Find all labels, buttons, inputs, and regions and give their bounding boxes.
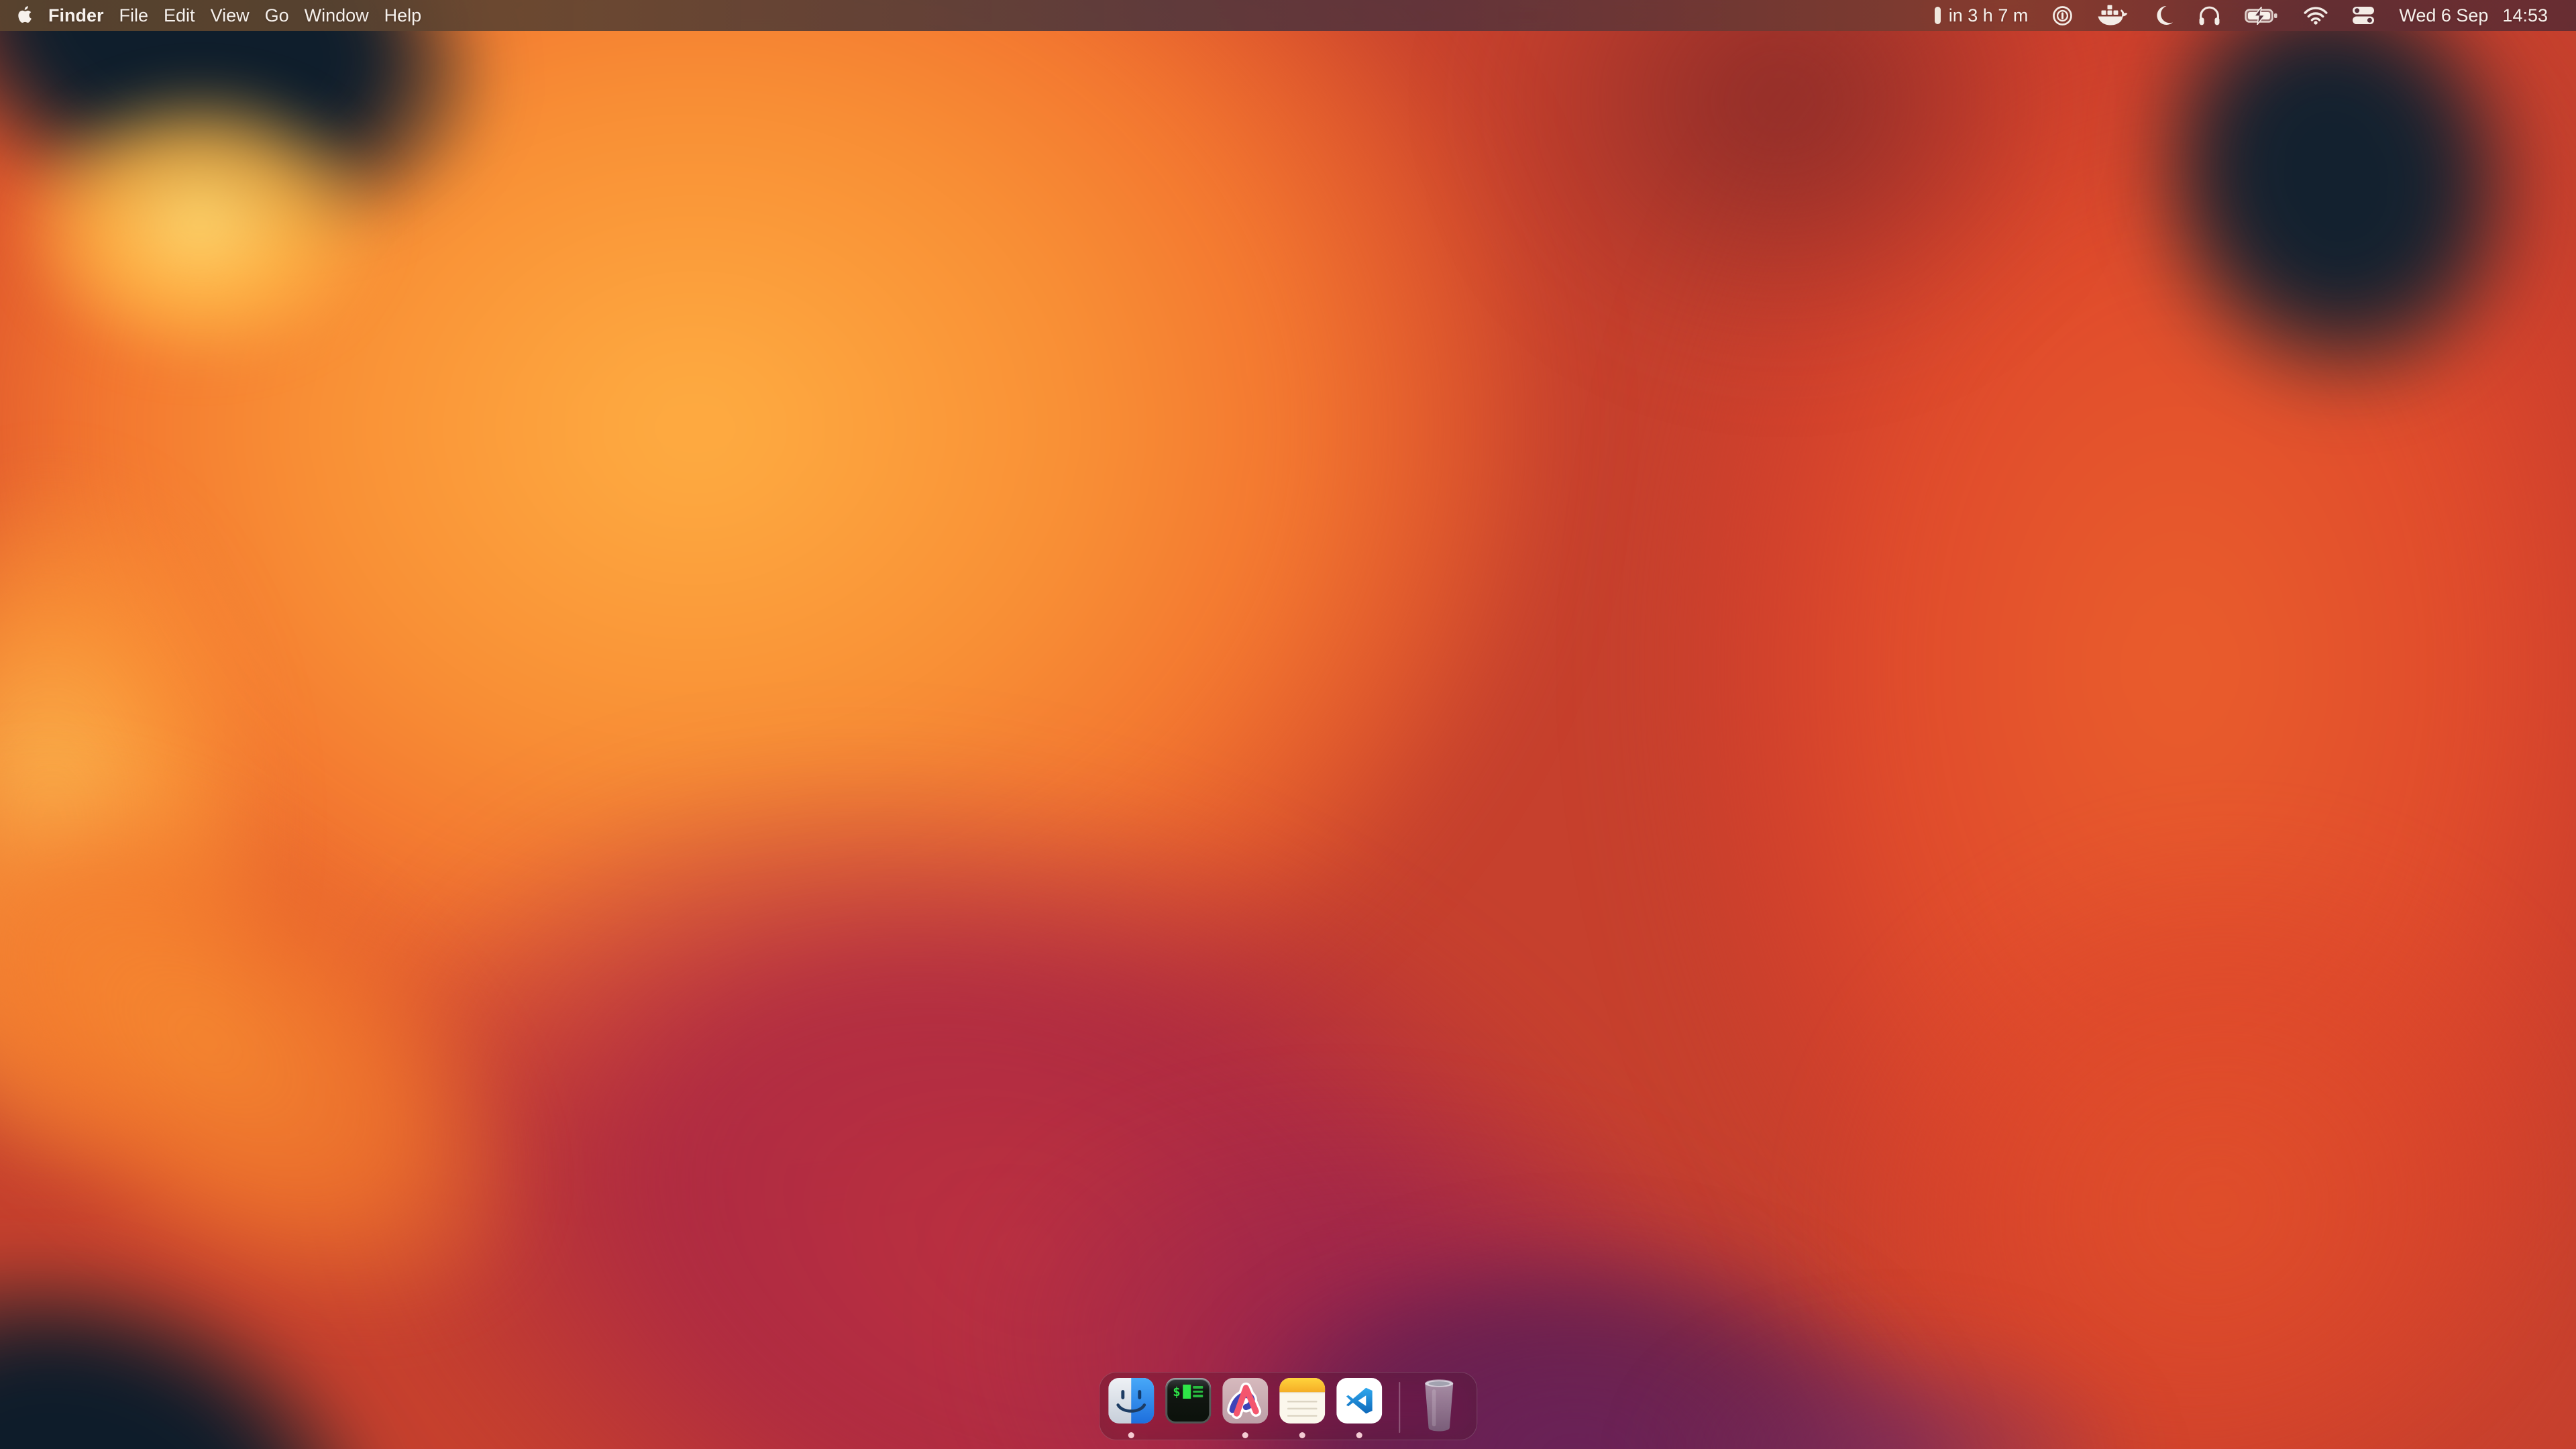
running-indicator: [1242, 1432, 1248, 1438]
1password-icon: [2052, 5, 2073, 26]
wifi-icon: [2304, 6, 2328, 25]
terminal-text-lines: [1193, 1386, 1203, 1399]
docker-icon: [2097, 5, 2128, 27]
finder-icon: [1108, 1378, 1154, 1424]
status-1password[interactable]: [2052, 5, 2073, 26]
timer-text: in 3 h 7 m: [1949, 5, 2029, 26]
control-center-icon: [2352, 6, 2375, 25]
menu-help[interactable]: Help: [384, 5, 422, 26]
menu-bar-left: Finder File Edit View Go Window Help: [17, 5, 421, 26]
apple-icon: [17, 6, 33, 25]
dock-finder[interactable]: [1108, 1378, 1154, 1424]
status-battery[interactable]: [2245, 7, 2279, 25]
menu-bar-status: in 3 h 7 m: [1935, 5, 2548, 27]
status-focus[interactable]: [2152, 5, 2174, 26]
dock: $: [1099, 1372, 1477, 1440]
desktop: Finder File Edit View Go Window Help in …: [0, 0, 2576, 1449]
status-clock[interactable]: Wed 6 Sep 14:53: [2399, 5, 2548, 26]
dock-vscode[interactable]: [1336, 1378, 1382, 1424]
menu-go[interactable]: Go: [265, 5, 289, 26]
dock-separator[interactable]: [1399, 1382, 1400, 1433]
menu-file[interactable]: File: [119, 5, 149, 26]
moon-focus-icon: [2152, 5, 2174, 26]
dock-notes[interactable]: [1279, 1378, 1325, 1424]
dock-terminal[interactable]: $: [1165, 1378, 1211, 1424]
menu-view[interactable]: View: [211, 5, 250, 26]
dock-arc-browser[interactable]: [1222, 1378, 1268, 1424]
status-wifi[interactable]: [2304, 6, 2328, 25]
terminal-icon: $: [1165, 1378, 1211, 1424]
apple-menu[interactable]: [17, 6, 33, 25]
status-docker[interactable]: [2097, 5, 2128, 27]
headphones-icon: [2198, 5, 2220, 26]
running-indicator: [1128, 1432, 1134, 1438]
terminal-cursor: [1183, 1385, 1191, 1399]
wallpaper: [0, 0, 2576, 1449]
menu-app-name[interactable]: Finder: [48, 5, 104, 26]
menu-window[interactable]: Window: [305, 5, 369, 26]
battery-charging-icon: [2245, 7, 2279, 25]
timer-bar-icon: [1935, 7, 1941, 24]
dock-trash[interactable]: [1416, 1378, 1462, 1424]
terminal-prompt: $: [1173, 1385, 1180, 1399]
status-headphones[interactable]: [2198, 5, 2220, 26]
arc-browser-icon: [1222, 1378, 1268, 1424]
status-timer[interactable]: in 3 h 7 m: [1935, 5, 2029, 26]
running-indicator: [1356, 1432, 1362, 1438]
trash-icon: [1418, 1378, 1460, 1432]
notes-icon: [1279, 1378, 1325, 1424]
clock-date: Wed 6 Sep: [2399, 5, 2488, 26]
vscode-icon: [1336, 1378, 1382, 1424]
menu-bar: Finder File Edit View Go Window Help in …: [0, 0, 2576, 31]
status-control-center[interactable]: [2352, 6, 2375, 25]
clock-time: 14:53: [2502, 5, 2548, 26]
running-indicator: [1299, 1432, 1305, 1438]
menu-edit[interactable]: Edit: [164, 5, 195, 26]
